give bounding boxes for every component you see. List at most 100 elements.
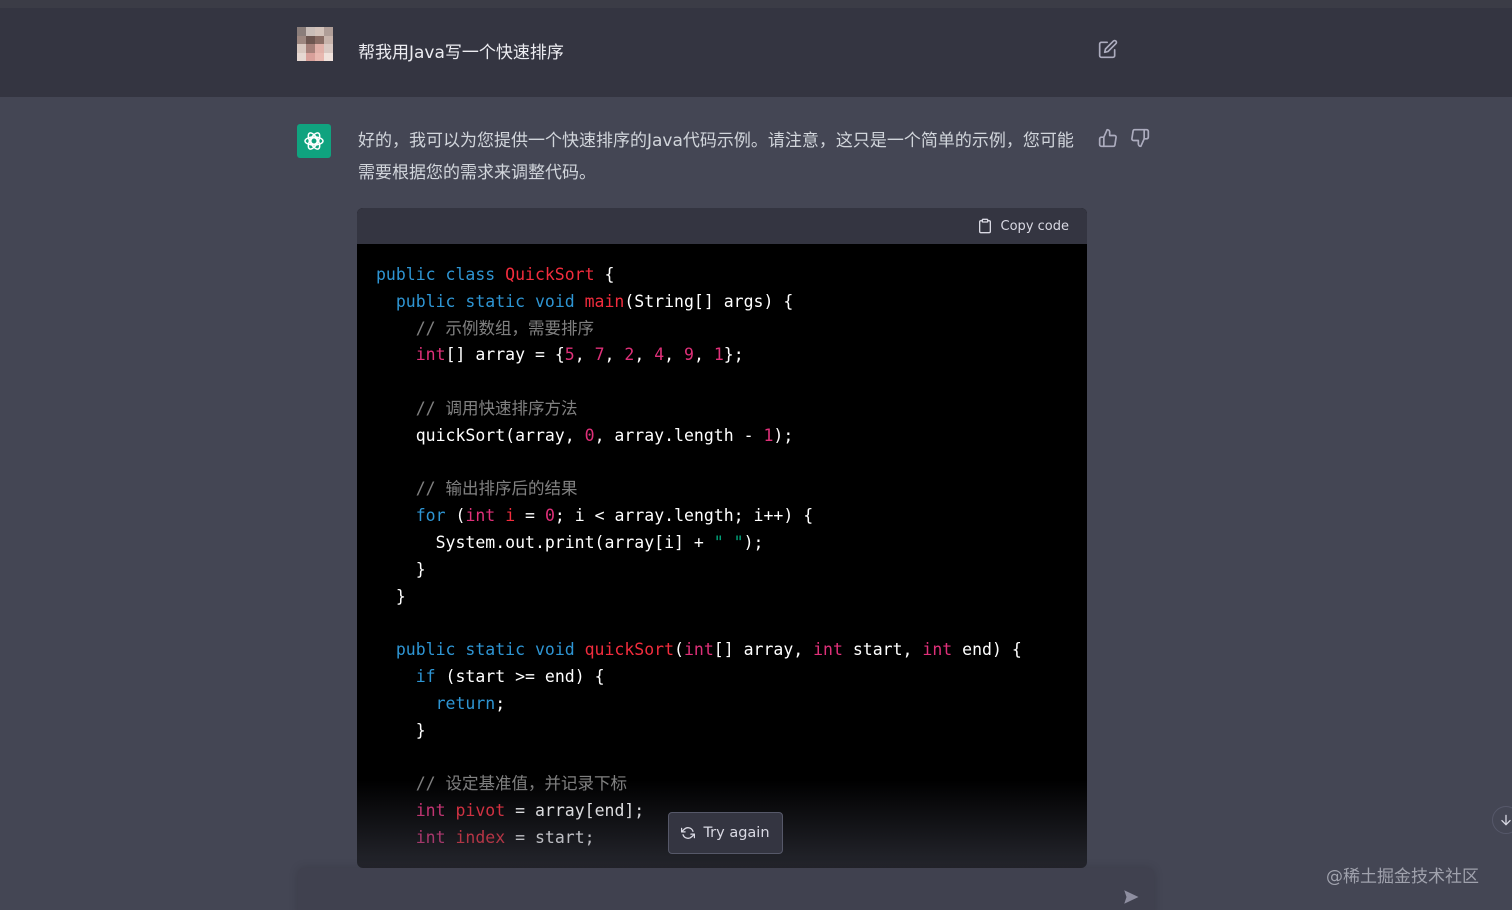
code-line: int[] array = {5, 7, 2, 4, 9, 1}; <box>376 342 1087 369</box>
try-again-label: Try again <box>703 825 770 841</box>
code-line: public class QuickSort { <box>376 262 1087 289</box>
code-token: = array[end]; <box>505 800 645 820</box>
openai-logo-icon <box>297 124 331 158</box>
copy-code-button[interactable]: Copy code <box>977 217 1069 235</box>
code-token: (start >= end) { <box>435 666 605 686</box>
code-line: if (start >= end) { <box>376 664 1087 691</box>
code-token: int <box>465 506 496 526</box>
code-token: , <box>693 345 714 365</box>
thumb-up-icon[interactable] <box>1098 128 1118 148</box>
code-block: Copy code public class QuickSort { publi… <box>357 208 1087 868</box>
code-token: // 调用快速排序方法 <box>376 398 578 418</box>
code-token: for <box>415 506 446 526</box>
code-line: // 调用快速排序方法 <box>376 396 1087 423</box>
code-line: } <box>376 584 1087 611</box>
code-token: = start; <box>505 827 595 847</box>
code-token: } <box>376 586 406 606</box>
arrow-down-icon <box>1501 814 1511 826</box>
code-token: int <box>415 827 446 847</box>
code-token: ; <box>495 693 506 713</box>
code-token: }; <box>723 345 744 365</box>
code-line: // 示例数组，需要排序 <box>376 316 1087 343</box>
code-token: if <box>415 666 436 686</box>
code-token: int <box>683 640 714 660</box>
refresh-icon <box>681 827 696 839</box>
user-message-row <box>0 8 1512 97</box>
code-token: 0 <box>584 425 595 445</box>
code-token: , <box>634 345 655 365</box>
send-icon[interactable] <box>1122 888 1140 906</box>
copy-code-label: Copy code <box>1000 218 1069 234</box>
thumb-down-icon[interactable] <box>1130 128 1150 148</box>
code-token: int <box>922 640 953 660</box>
code-token: int <box>415 800 446 820</box>
code-line: // 输出排序后的结果 <box>376 476 1087 503</box>
code-token: , <box>574 345 595 365</box>
code-token: 1 <box>713 345 724 365</box>
code-line: } <box>376 557 1087 584</box>
clipboard-icon <box>978 218 991 234</box>
assistant-message-text: 好的，我可以为您提供一个快速排序的Java代码示例。请注意，这只是一个简单的示例… <box>358 131 1074 183</box>
code-token: [] array, <box>713 640 814 660</box>
code-token: ( <box>445 506 466 526</box>
scroll-down-button[interactable] <box>1492 806 1512 834</box>
code-token: return <box>435 693 496 713</box>
code-token: // 示例数组，需要排序 <box>376 318 595 338</box>
try-again-button[interactable]: Try again <box>668 812 783 854</box>
code-header: Copy code <box>357 208 1087 244</box>
code-token: , array.length - <box>594 425 764 445</box>
code-token: ( <box>674 640 684 660</box>
code-token: i <box>505 506 516 526</box>
code-token: end) { <box>952 640 1022 660</box>
code-token: ); <box>743 532 764 552</box>
code-token: 0 <box>544 506 555 526</box>
watermark: @稀土掘金技术社区 <box>1326 867 1479 887</box>
code-token: , <box>604 345 625 365</box>
code-token: public static void <box>395 640 585 660</box>
code-token: = <box>515 506 545 526</box>
code-line: public static void main(String[] args) { <box>376 289 1087 316</box>
code-line: quickSort(array, 0, array.length - 1); <box>376 423 1087 450</box>
edit-icon[interactable] <box>1098 39 1118 59</box>
code-token: int <box>813 640 843 660</box>
code-line: System.out.print(array[i] + " "); <box>376 530 1087 557</box>
code-line: // 设定基准值，并记录下标 <box>376 771 1087 798</box>
code-token: 1 <box>763 425 774 445</box>
code-line: for (int i = 0; i < array.length; i++) { <box>376 503 1087 530</box>
chat-input[interactable] <box>298 868 1154 910</box>
code-token: } <box>376 720 426 740</box>
code-token: int <box>415 345 446 365</box>
code-token: // 设定基准值，并记录下标 <box>376 774 628 794</box>
code-token: 4 <box>654 345 665 365</box>
top-strip <box>0 0 1512 8</box>
code-token: quickSort(array, <box>376 425 585 445</box>
code-token: System.out.print(array[i] + <box>376 532 714 552</box>
code-token: pivot <box>455 800 506 820</box>
code-token: , <box>664 345 685 365</box>
user-avatar <box>297 27 333 61</box>
code-line: return; <box>376 691 1087 718</box>
code-token: public class <box>376 265 506 284</box>
code-token: ); <box>773 425 794 445</box>
code-token: [] array = { <box>445 345 565 365</box>
code-token: main <box>584 291 625 311</box>
user-message-text: 帮我用Java写一个快速排序 <box>358 43 564 63</box>
code-token: start, <box>842 640 923 660</box>
code-token: (String[] args) { <box>624 291 794 311</box>
code-line: public static void quickSort(int[] array… <box>376 637 1087 664</box>
code-token: index <box>455 827 506 847</box>
code-token: 2 <box>624 345 635 365</box>
